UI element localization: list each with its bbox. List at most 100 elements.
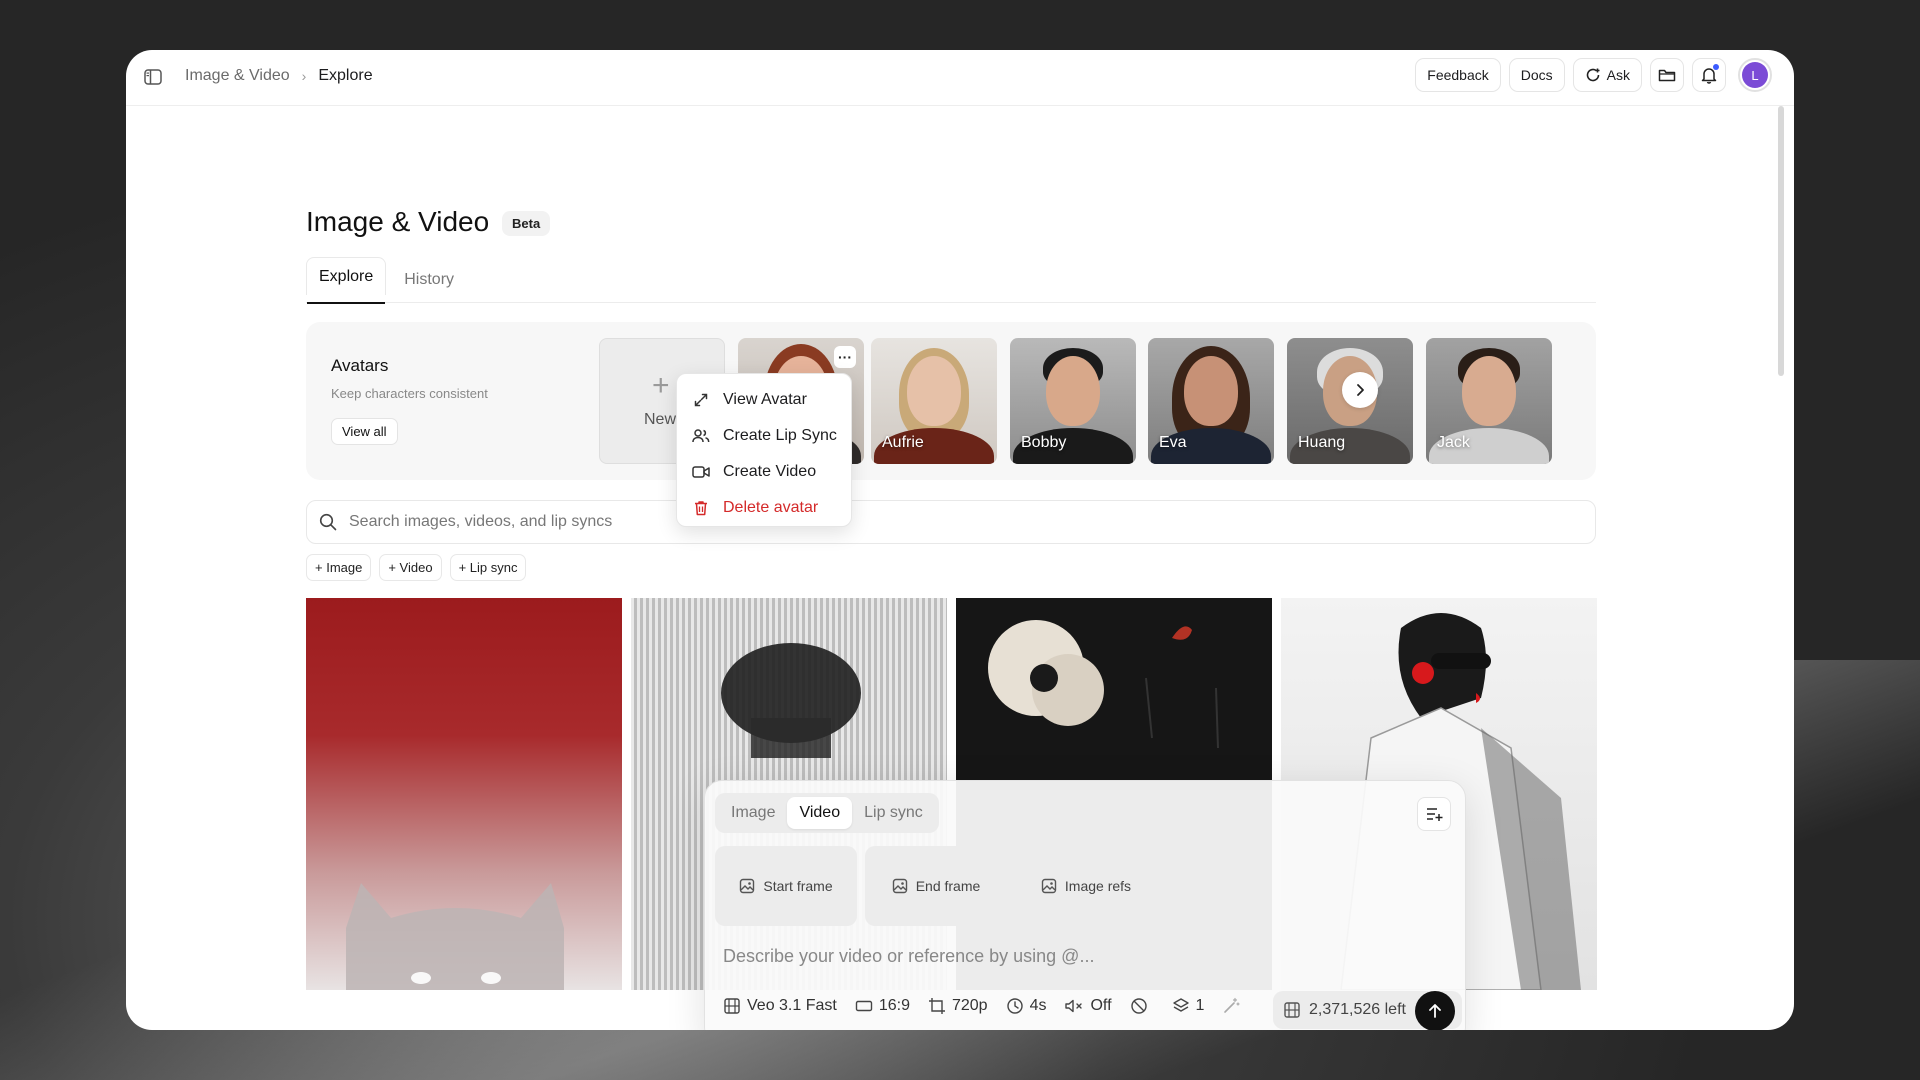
- speaker-mute-icon: [1064, 997, 1084, 1015]
- breadcrumb-section[interactable]: Image & Video: [185, 67, 290, 85]
- mode-tab-lip-sync[interactable]: Lip sync: [852, 797, 935, 829]
- avatar-name: Huang: [1298, 434, 1346, 451]
- end-frame-slot[interactable]: End frame: [865, 846, 1007, 926]
- magic-wand-icon: [1222, 997, 1241, 1015]
- composer-mode-tabs: Image Video Lip sync: [715, 793, 939, 833]
- image-icon: [739, 878, 755, 894]
- avatar-card-bobby[interactable]: Bobby: [1010, 338, 1136, 464]
- avatar-face: [907, 356, 961, 426]
- aspect-ratio-icon: [855, 999, 873, 1013]
- aspect-ratio-selector[interactable]: 16:9: [855, 997, 910, 1015]
- clock-icon: [1006, 997, 1024, 1015]
- mode-tab-image[interactable]: Image: [719, 797, 787, 829]
- ask-button[interactable]: Ask: [1572, 58, 1642, 92]
- menu-item-delete-avatar[interactable]: Delete avatar: [677, 490, 851, 526]
- avatar: L: [1742, 62, 1768, 88]
- beta-badge: Beta: [502, 211, 551, 236]
- top-bar: Image & Video › Explore Feedback Docs As…: [126, 50, 1794, 106]
- add-video-filter-button[interactable]: + Video: [379, 554, 442, 581]
- duration-label: 4s: [1029, 997, 1047, 1014]
- gallery-item-red-cat[interactable]: [306, 598, 622, 990]
- feedback-button[interactable]: Feedback: [1415, 58, 1501, 92]
- app-window: Image & Video › Explore Feedback Docs As…: [126, 50, 1794, 1030]
- folder-button[interactable]: [1650, 58, 1684, 92]
- image-icon: [1041, 878, 1057, 894]
- add-lip-sync-filter-button[interactable]: + Lip sync: [449, 554, 527, 581]
- sidebar-toggle-icon[interactable]: [142, 66, 164, 88]
- avatar-card-eva[interactable]: Eva: [1148, 338, 1274, 464]
- search-icon: [319, 513, 337, 536]
- film-icon: [1283, 1001, 1301, 1019]
- menu-item-create-video[interactable]: Create Video: [677, 454, 851, 490]
- folder-icon: [1658, 67, 1676, 83]
- menu-item-label: Create Video: [723, 463, 817, 480]
- menu-item-view-avatar[interactable]: View Avatar: [677, 382, 851, 418]
- avatar-face: [1462, 356, 1516, 426]
- enhance-toggle[interactable]: [1222, 997, 1246, 1015]
- start-frame-label: Start frame: [763, 878, 833, 894]
- avatars-title: Avatars: [331, 356, 389, 375]
- page-scrollbar[interactable]: [1778, 106, 1784, 376]
- arrow-up-icon: [1428, 1003, 1442, 1019]
- count-selector[interactable]: 1: [1172, 997, 1205, 1015]
- avatar-face: [1184, 356, 1238, 426]
- avatar-name: Eva: [1159, 434, 1187, 451]
- trash-icon: [691, 498, 711, 518]
- composer-settings-button[interactable]: [1417, 797, 1451, 831]
- user-avatar-button[interactable]: L: [1738, 58, 1772, 92]
- avatars-subtitle: Keep characters consistent: [331, 386, 488, 401]
- tab-history[interactable]: History: [392, 257, 466, 303]
- avatar-name: Bobby: [1021, 434, 1067, 451]
- notifications-button[interactable]: [1692, 58, 1726, 92]
- avatar-card-jack[interactable]: Jack: [1426, 338, 1552, 464]
- resolution-label: 720p: [951, 997, 988, 1014]
- avatar-card-aufrie[interactable]: Aufrie: [871, 338, 997, 464]
- expand-icon: [691, 390, 711, 410]
- docs-button[interactable]: Docs: [1508, 58, 1565, 92]
- composer-options: Veo 3.1 Fast 16:9 720p 4s Off 1: [723, 997, 1264, 1015]
- top-actions: Feedback Docs Ask L: [1415, 58, 1772, 92]
- model-selector[interactable]: Veo 3.1 Fast: [723, 997, 837, 1015]
- duration-selector[interactable]: 4s: [1006, 997, 1047, 1015]
- menu-item-label: Create Lip Sync: [723, 427, 837, 444]
- cat-silhouette-image: [346, 883, 564, 990]
- image-refs-label: Image refs: [1064, 878, 1132, 894]
- model-label: Veo 3.1 Fast: [747, 997, 837, 1014]
- mode-tab-video[interactable]: Video: [787, 797, 853, 829]
- search-input[interactable]: [349, 501, 1549, 543]
- view-all-button[interactable]: View all: [331, 418, 398, 445]
- menu-item-create-lip-sync[interactable]: Create Lip Sync: [677, 418, 851, 454]
- image-icon: [892, 878, 908, 894]
- prompt-input[interactable]: [723, 941, 1423, 971]
- audio-label: Off: [1090, 997, 1112, 1014]
- avatar-name: Aufrie: [882, 434, 924, 451]
- add-image-filter-button[interactable]: + Image: [306, 554, 372, 581]
- avatars-panel: Avatars Keep characters consistent View …: [306, 322, 1596, 480]
- menu-item-label: Delete avatar: [723, 499, 819, 516]
- start-frame-slot[interactable]: Start frame: [715, 846, 857, 926]
- resolution-selector[interactable]: 720p: [928, 997, 988, 1015]
- aspect-ratio-label: 16:9: [878, 997, 910, 1014]
- filter-chips: + Image + Video + Lip sync: [306, 554, 527, 581]
- chat-plus-icon: [1585, 67, 1601, 83]
- avatar-face: [1046, 356, 1100, 426]
- audio-toggle[interactable]: Off: [1064, 997, 1112, 1015]
- avatar-context-menu: View Avatar Create Lip Sync Create Video…: [676, 373, 852, 527]
- chevron-right-icon: [1355, 383, 1365, 397]
- tab-explore[interactable]: Explore: [306, 257, 387, 304]
- sliders-plus-icon: [1425, 806, 1443, 822]
- no-loop-icon: [1130, 997, 1148, 1015]
- more-options-button[interactable]: ···: [834, 346, 856, 368]
- plus-icon: +: [652, 369, 670, 402]
- search-bar: [306, 500, 1596, 544]
- breadcrumb: Image & Video › Explore: [185, 67, 373, 85]
- carousel-next-button[interactable]: [1342, 372, 1378, 408]
- image-refs-slot[interactable]: Image refs: [1015, 846, 1157, 926]
- count-label: 1: [1195, 997, 1205, 1014]
- layers-icon: [1172, 997, 1190, 1015]
- credits-label: 2,371,526 left: [1309, 1001, 1406, 1018]
- ask-label: Ask: [1606, 67, 1630, 83]
- send-button[interactable]: [1415, 991, 1455, 1030]
- users-icon: [691, 426, 711, 446]
- loop-toggle[interactable]: [1130, 997, 1154, 1015]
